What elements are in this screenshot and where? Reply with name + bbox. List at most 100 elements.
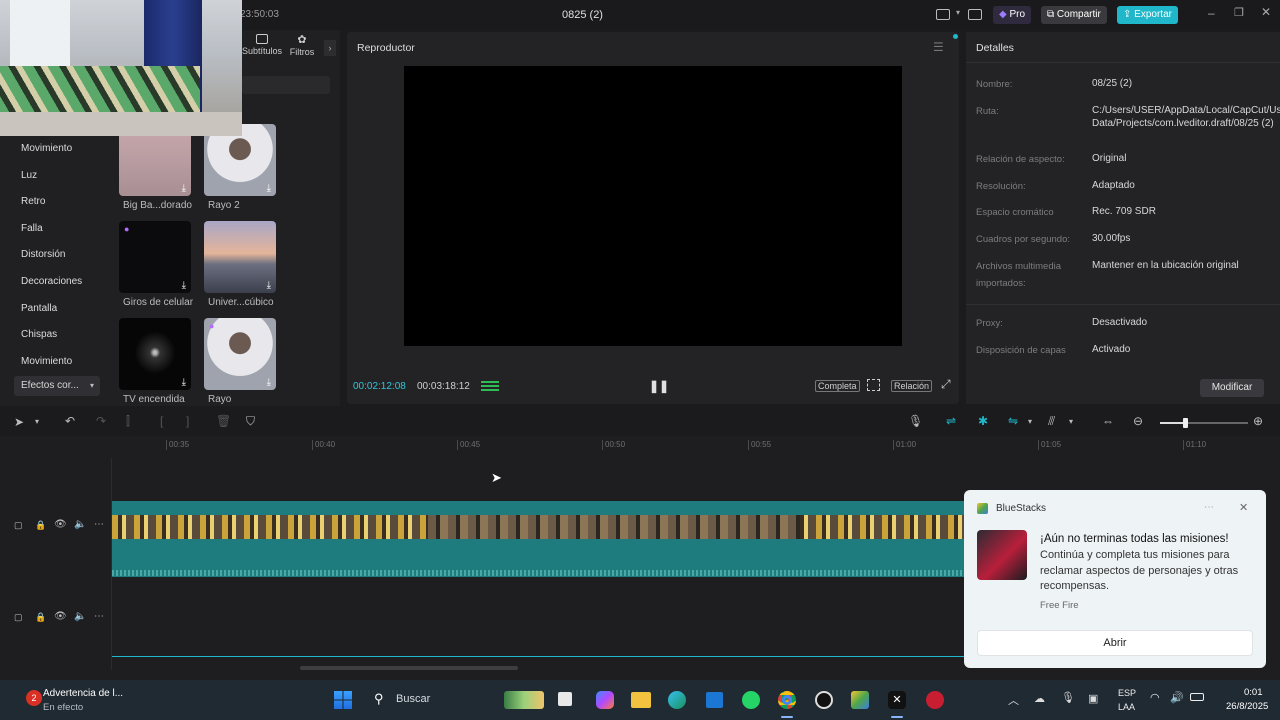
store-icon[interactable] xyxy=(706,692,723,708)
keyboard-icon[interactable] xyxy=(968,9,982,20)
download-icon[interactable]: ⤓ xyxy=(267,183,271,194)
chevron-down-icon[interactable]: ▾ xyxy=(956,8,960,17)
eye-icon[interactable]: 👁 xyxy=(54,519,67,530)
wifi-icon[interactable]: ◠ xyxy=(1150,691,1160,704)
more-icon[interactable]: ⋯ xyxy=(94,519,104,530)
chevron-right-icon[interactable]: › xyxy=(324,40,336,56)
volume-icon[interactable]: 🔊 xyxy=(1170,691,1184,704)
chevron-down-icon[interactable]: ▾ xyxy=(1069,417,1073,426)
chevron-down-icon[interactable]: ▾ xyxy=(35,417,39,426)
category-item[interactable]: Luz xyxy=(8,163,106,190)
fit-icon[interactable]: ⇔ xyxy=(1102,414,1114,428)
alert-widget[interactable]: 2 Advertencia de l... En efecto xyxy=(24,686,154,714)
zoom-slider-handle[interactable] xyxy=(1183,418,1188,428)
download-icon[interactable]: ⤓ xyxy=(267,377,271,388)
windows-start-icon[interactable] xyxy=(334,691,352,709)
undo-icon[interactable]: ↶ xyxy=(65,414,75,428)
whatsapp-icon[interactable] xyxy=(742,691,760,709)
full-button[interactable]: Completa xyxy=(815,380,860,392)
preview-axis-icon[interactable]: ⫻ xyxy=(1048,414,1055,429)
category-item[interactable]: Pantalla xyxy=(8,296,106,323)
redo-icon[interactable]: ↷ xyxy=(96,414,106,428)
task-view-icon[interactable] xyxy=(558,692,572,706)
chevron-down-icon[interactable]: ▾ xyxy=(1028,417,1032,426)
category-item[interactable]: Retro xyxy=(8,189,106,216)
effect-card[interactable]: ● ⤓ Rayo xyxy=(204,318,286,405)
eye-icon[interactable]: 👁 xyxy=(54,611,67,622)
file-explorer-icon[interactable] xyxy=(631,692,651,708)
microphone-icon[interactable]: 🎙 xyxy=(908,414,923,428)
modify-button[interactable]: Modificar xyxy=(1200,379,1264,397)
cursor-icon[interactable]: ➤ xyxy=(14,415,24,429)
category-dropdown[interactable]: Efectos cor... ▾ xyxy=(14,376,100,396)
export-button[interactable]: ⇪ Exportar xyxy=(1117,6,1178,24)
download-icon[interactable]: ⤓ xyxy=(182,183,186,194)
taskbar-date[interactable]: 26/8/2025 xyxy=(1226,701,1268,712)
microphone-icon[interactable]: 🎙 xyxy=(1061,691,1075,704)
magnet-icon[interactable]: ✱ xyxy=(978,414,988,428)
more-icon[interactable]: ⋯ xyxy=(94,611,104,622)
zoom-out-icon[interactable]: ⊖ xyxy=(1133,414,1143,428)
tab-filters[interactable]: ✿ Filtros xyxy=(286,34,318,57)
category-item[interactable]: Movimiento xyxy=(8,136,106,163)
widgets-icon[interactable] xyxy=(504,691,544,709)
close-icon[interactable]: ✕ xyxy=(1261,5,1271,19)
download-icon[interactable]: ⤓ xyxy=(182,377,186,388)
search-bar[interactable] xyxy=(242,76,330,94)
pro-button[interactable]: ◆ Pro xyxy=(993,6,1032,24)
effect-card[interactable]: ⤓ Rayo 2 xyxy=(204,124,286,211)
pause-icon[interactable]: ❚❚ xyxy=(649,379,669,393)
tab-captions[interactable]: Subtítulos xyxy=(242,34,282,56)
chrome-icon[interactable] xyxy=(778,691,796,709)
capcut-icon[interactable]: ✕ xyxy=(888,691,906,709)
zoom-in-icon[interactable]: ⊕ xyxy=(1253,414,1263,428)
trim-right-icon[interactable]: ] xyxy=(186,414,189,428)
close-icon[interactable]: ✕ xyxy=(1239,501,1248,514)
effect-card[interactable]: ⤓ TV encendida xyxy=(119,318,201,405)
open-button[interactable]: Abrir xyxy=(977,630,1253,656)
trim-left-icon[interactable]: [ xyxy=(160,414,163,428)
zoom-slider[interactable] xyxy=(1160,418,1248,428)
delete-icon[interactable]: 🗑 xyxy=(216,414,231,428)
category-item[interactable]: Distorsión xyxy=(8,242,106,269)
fullscreen-icon[interactable]: ⤢ xyxy=(941,377,951,392)
category-item[interactable]: Decoraciones xyxy=(8,269,106,296)
link-icon[interactable]: ⇌ xyxy=(946,414,956,428)
copilot-icon[interactable] xyxy=(596,691,614,709)
download-icon[interactable]: ⤓ xyxy=(182,280,186,291)
video-preview[interactable] xyxy=(404,66,902,346)
battery-icon[interactable] xyxy=(1190,693,1204,701)
game-app-icon[interactable] xyxy=(926,691,944,709)
shield-icon[interactable]: ⛉ xyxy=(246,414,255,429)
category-item[interactable]: Movimiento xyxy=(8,349,106,376)
effect-card[interactable]: ⤓ Univer...cúbico xyxy=(204,221,286,308)
speaker-icon[interactable]: 🔈 xyxy=(74,611,86,622)
video-clip[interactable] xyxy=(112,501,964,577)
media-player-icon[interactable] xyxy=(815,691,833,709)
track-cover-icon[interactable]: ▢ xyxy=(14,612,23,623)
speaker-icon[interactable]: 🔈 xyxy=(74,519,86,530)
taskbar-search[interactable]: ⚲ Buscar xyxy=(364,687,494,713)
minimize-icon[interactable]: – xyxy=(1208,6,1215,20)
bluestacks-taskbar-icon[interactable] xyxy=(851,691,869,709)
edge-icon[interactable] xyxy=(668,691,686,709)
tray-app-icon[interactable]: ▣ xyxy=(1088,692,1098,705)
download-icon[interactable]: ⤓ xyxy=(267,280,271,291)
chevron-up-icon[interactable]: ︿ xyxy=(1008,692,1019,708)
cloud-icon[interactable]: ☁ xyxy=(1034,692,1045,705)
lang-bottom[interactable]: LAA xyxy=(1118,702,1135,712)
more-icon[interactable]: ⋯ xyxy=(1204,502,1214,513)
lang-top[interactable]: ESP xyxy=(1118,688,1136,698)
horizontal-scrollbar[interactable] xyxy=(300,666,518,670)
menu-icon[interactable]: ☰ xyxy=(933,40,944,54)
ratio-button[interactable]: Relación xyxy=(891,380,933,392)
track-cover-icon[interactable]: ▢ xyxy=(14,520,23,531)
split-icon[interactable]: ⫿ xyxy=(126,414,130,429)
time-ruler[interactable]: 00:35 00:40 00:45 00:50 00:55 01:00 01:0… xyxy=(112,436,1280,452)
taskbar-time[interactable]: 0:01 xyxy=(1244,687,1263,698)
category-item[interactable]: Falla xyxy=(8,216,106,243)
fit-screen-icon[interactable] xyxy=(867,379,880,391)
effect-card[interactable]: ● ⤓ Giros de celular xyxy=(119,221,201,308)
lock-icon[interactable]: 🔒 xyxy=(35,520,46,531)
lock-icon[interactable]: 🔒 xyxy=(35,612,46,623)
